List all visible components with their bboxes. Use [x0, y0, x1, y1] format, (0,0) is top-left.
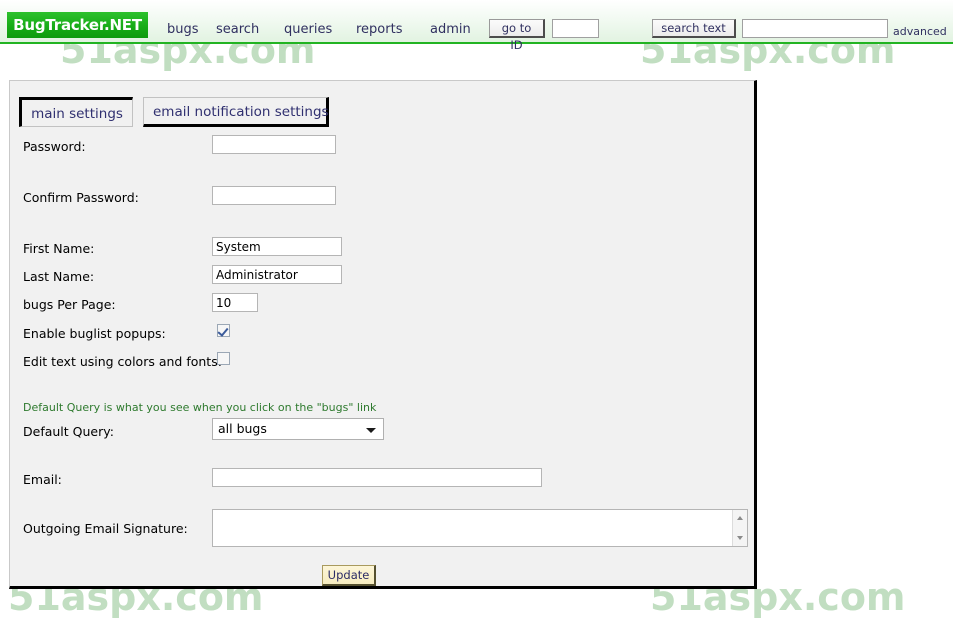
update-button[interactable]: Update	[322, 565, 376, 586]
email-label: Email:	[23, 472, 62, 487]
chevron-down-icon	[366, 428, 376, 433]
default-query-note: Default Query is what you see when you c…	[23, 401, 377, 414]
password-label: Password:	[23, 139, 86, 154]
default-query-label: Default Query:	[23, 424, 114, 439]
first-name-label: First Name:	[23, 241, 95, 256]
outgoing-email-signature-textarea[interactable]	[212, 509, 748, 547]
nav-link-bugs[interactable]: bugs	[167, 22, 199, 37]
bugs-per-page-input[interactable]	[212, 293, 258, 312]
last-name-label: Last Name:	[23, 269, 95, 284]
first-name-input[interactable]	[212, 237, 342, 256]
settings-panel: main settings email notification setting…	[9, 80, 757, 589]
password-input[interactable]	[212, 135, 336, 154]
scroll-down-icon[interactable]	[733, 531, 747, 546]
tab-main-settings[interactable]: main settings	[19, 97, 133, 127]
edit-text-colors-fonts-label: Edit text using colors and fonts:	[23, 354, 222, 369]
confirm-password-input[interactable]	[212, 186, 336, 205]
email-input[interactable]	[212, 468, 542, 487]
last-name-input[interactable]	[212, 265, 342, 284]
go-to-id-button[interactable]: go to ID	[489, 19, 545, 52]
go-to-id-input[interactable]	[552, 19, 599, 38]
bugs-per-page-label: bugs Per Page:	[23, 297, 116, 312]
search-text-button[interactable]: search text	[652, 19, 736, 38]
search-text-input[interactable]	[742, 19, 888, 38]
app-header: BugTracker.NET bugs search queries repor…	[0, 0, 953, 52]
edit-text-colors-fonts-checkbox[interactable]	[217, 352, 230, 365]
confirm-password-label: Confirm Password:	[23, 190, 139, 205]
nav-link-reports[interactable]: reports	[356, 22, 402, 37]
default-query-selected-value: all bugs	[218, 421, 267, 436]
nav-link-queries[interactable]: queries	[284, 22, 332, 37]
default-query-select[interactable]: all bugs	[212, 418, 384, 440]
textarea-scrollbar[interactable]	[732, 510, 747, 546]
advanced-search-link[interactable]: advanced	[893, 25, 947, 38]
outgoing-email-signature-label: Outgoing Email Signature:	[23, 521, 188, 536]
app-logo[interactable]: BugTracker.NET	[7, 12, 148, 38]
enable-buglist-popups-label: Enable buglist popups:	[23, 326, 166, 341]
nav-link-admin[interactable]: admin	[430, 22, 471, 37]
nav-link-search[interactable]: search	[216, 22, 259, 37]
scroll-up-icon[interactable]	[733, 510, 747, 525]
tab-email-notification-settings[interactable]: email notification settings	[143, 97, 329, 127]
enable-buglist-popups-checkbox[interactable]	[217, 324, 230, 337]
